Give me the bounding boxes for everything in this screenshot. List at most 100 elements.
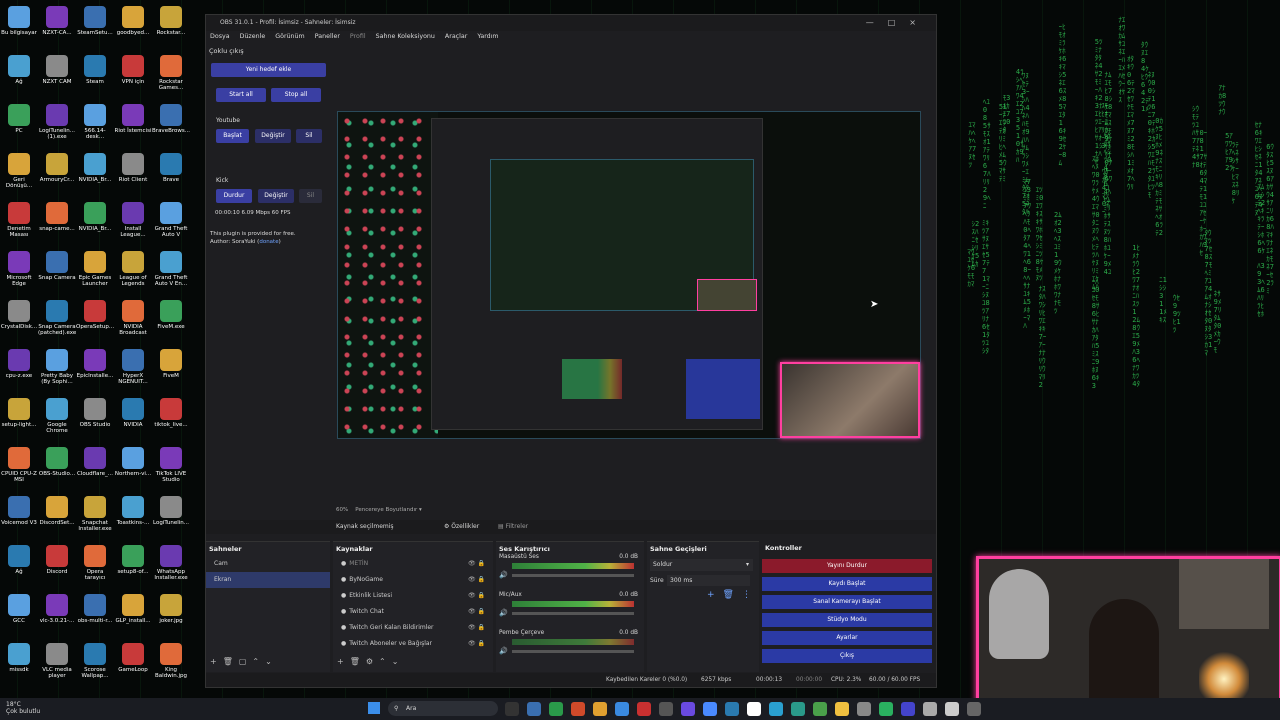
preview-canvas[interactable]: ➤ [337,111,921,439]
taskbar-app-icon[interactable] [571,702,585,716]
desktop-icon[interactable]: Scorose Wallpap... [76,643,114,679]
taskbar-app-icon[interactable] [747,702,761,716]
desktop-icon[interactable]: Google Chrome [38,398,76,434]
exit-button[interactable]: Çıkış [762,649,932,663]
menu-tools[interactable]: Araçlar [445,33,467,40]
source-item[interactable]: ● Twitch Geri Kalan Bildirimler 👁 🔒 [333,620,493,636]
desktop-icon[interactable]: Opera tarayıcı [76,545,114,581]
visibility-lock-icons[interactable]: 👁 🔒 [468,620,485,636]
desktop-icon[interactable]: setup-light... [0,398,38,428]
desktop-icon[interactable]: GameLoop [114,643,152,673]
desktop-icon[interactable]: Riot Client [114,153,152,183]
visibility-lock-icons[interactable]: 👁 🔒 [468,588,485,604]
start-button-icon[interactable] [368,702,380,714]
desktop-icon[interactable]: Pretty Baby (By Sophi... [38,349,76,385]
desktop-icon[interactable]: LogiTunelin... (1).exe [38,104,76,140]
speaker-icon[interactable]: 🔊 [499,571,508,579]
taskbar-app-icon[interactable] [901,702,915,716]
taskbar-app-icon[interactable] [923,702,937,716]
desktop-icon[interactable]: SteamSetu... [76,6,114,36]
desktop-icon[interactable]: Geri Dönüşü... [0,153,38,189]
source-item[interactable]: ● ByNoGame 👁 🔒 [333,572,493,588]
taskbar-app-icon[interactable] [593,702,607,716]
desktop-icon[interactable]: Steam [76,55,114,85]
transition-select[interactable]: Soldur ▾ [650,559,753,571]
desktop-icon[interactable]: Snap Camera [38,251,76,281]
desktop-icon[interactable]: Snapchat Installer.exe [76,496,114,532]
desktop-icon[interactable]: goodbyed... [114,6,152,36]
properties-button[interactable]: ⚙ Özellikler [444,520,479,534]
desktop-icon[interactable]: EpicInstalle... [76,349,114,379]
menu-edit[interactable]: Düzenle [240,33,266,40]
studio-mode-button[interactable]: Stüdyo Modu [762,613,932,627]
volume-slider[interactable] [512,574,634,577]
taskbar-app-icon[interactable] [615,702,629,716]
start-recording-button[interactable]: Kaydı Başlat [762,577,932,591]
desktop-icon[interactable]: NVIDIA [114,398,152,428]
desktop-icon[interactable]: CPUID CPU-Z MSI [0,447,38,483]
taskbar-app-icon[interactable] [813,702,827,716]
start-virtual-camera-button[interactable]: Sanal Kamerayı Başlat [762,595,932,609]
taskbar-app-icon[interactable] [835,702,849,716]
source-actions[interactable]: +🗑⚙⌃⌄ [337,657,404,666]
menu-view[interactable]: Görünüm [275,33,304,40]
visibility-lock-icons[interactable]: 👁 🔒 [468,556,485,572]
source-item[interactable]: ● Etkinlik Listesi 👁 🔒 [333,588,493,604]
search-box[interactable]: ⚲ Ara [388,701,498,716]
desktop-icon[interactable]: Ağ [0,545,38,575]
desktop-icon[interactable]: OBS Studio [76,398,114,428]
desktop-icon[interactable]: Brave [152,153,190,183]
desktop-icon[interactable]: Ağ [0,55,38,85]
desktop-icon[interactable]: Install League... [114,202,152,238]
scene-actions[interactable]: +🗑▢⌃⌄ [210,657,278,666]
desktop-icon[interactable]: WhatsApp Installer.exe [152,545,190,581]
desktop-icon[interactable]: LogiTunelin... [152,496,190,526]
stop-all-button[interactable]: Stop all [271,88,321,102]
kick-stop-button[interactable]: Durdur [216,189,252,203]
desktop-icon[interactable]: joker.jpg [152,594,190,624]
taskbar-app-icon[interactable] [527,702,541,716]
taskbar-app-icon[interactable] [703,702,717,716]
desktop-icon[interactable]: obs-multi-r... [76,594,114,624]
volume-slider[interactable] [512,650,634,653]
scale-mode[interactable]: Pencereye Boyutlandır [355,507,417,513]
desktop-icon[interactable]: Grand Theft Auto V En... [152,251,190,287]
taskbar-app-icon[interactable] [505,702,519,716]
desktop-icon[interactable]: Riot İstemcisi [114,104,152,134]
desktop-icon[interactable]: TikTok LIVE Studio [152,447,190,483]
donate-link[interactable]: donate [259,239,278,245]
kick-delete-button[interactable]: Sil [299,189,322,203]
desktop-icon[interactable]: GLP_install... [114,594,152,624]
desktop-icon[interactable]: Discord [38,545,76,575]
desktop-icon[interactable]: HyperX NGENUIT... [114,349,152,385]
desktop-icon[interactable]: FiveM [152,349,190,379]
desktop-icon[interactable]: GCC [0,594,38,624]
source-item[interactable]: ● METİN 👁 🔒 [333,556,493,572]
desktop-icon[interactable]: Rockstar Games... [152,55,190,91]
taskbar-app-icon[interactable] [549,702,563,716]
taskbar-app-icon[interactable] [769,702,783,716]
taskbar-app-icon[interactable] [725,702,739,716]
desktop-icon[interactable]: FiveM.exe [152,300,190,330]
desktop-icon[interactable]: NZXT CAM [38,55,76,85]
desktop-icon[interactable]: Cloudflare_... [76,447,114,477]
window-controls[interactable]: —□× [866,15,930,31]
desktop-icon[interactable]: VLC media player [38,643,76,679]
desktop-icon[interactable]: OperaSetup... [76,300,114,330]
desktop-icon[interactable]: OBS-Studio... [38,447,76,477]
visibility-lock-icons[interactable]: 👁 🔒 [468,636,485,652]
taskbar-app-icon[interactable] [967,702,981,716]
taskbar-app-icon[interactable] [857,702,871,716]
visibility-lock-icons[interactable]: 👁 🔒 [468,604,485,620]
desktop-icon[interactable]: NVIDIA_Br... [76,153,114,183]
desktop-icon[interactable]: NVIDIA Broadcast [114,300,152,336]
speaker-icon[interactable]: 🔊 [499,647,508,655]
source-item[interactable]: ● Twitch Aboneler ve Bağışlar 👁 🔒 [333,636,493,652]
desktop-icon[interactable]: 566.14-desk... [76,104,114,140]
desktop-icon[interactable]: Microsoft Edge [0,251,38,287]
desktop-icon[interactable]: League of Legends [114,251,152,287]
menu-help[interactable]: Yardım [477,33,498,40]
add-target-button[interactable]: Yeni hedef ekle [211,63,326,77]
taskbar-app-icon[interactable] [681,702,695,716]
desktop-icon[interactable]: Epic Games Launcher [76,251,114,287]
